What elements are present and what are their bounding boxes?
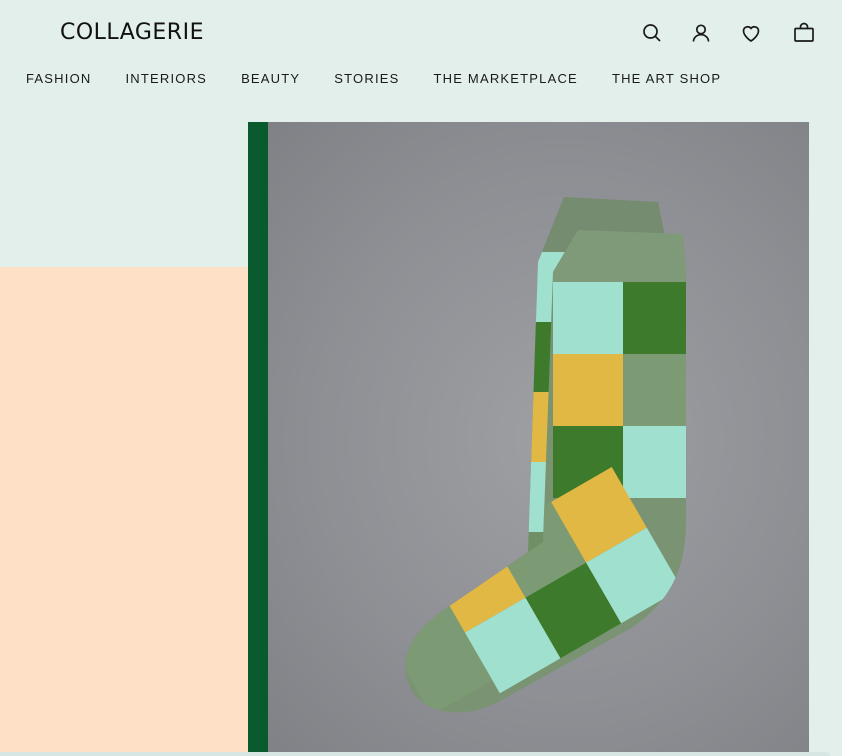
bag-icon[interactable] xyxy=(792,21,816,45)
nav-item-stories[interactable]: STORIES xyxy=(334,71,399,87)
nav-item-the-art-shop[interactable]: THE ART SHOP xyxy=(612,71,721,87)
nav-item-fashion[interactable]: FASHION xyxy=(26,71,91,87)
peach-color-block xyxy=(0,267,248,756)
product-image-socks[interactable] xyxy=(268,122,809,756)
nav-item-beauty[interactable]: BEAUTY xyxy=(241,71,300,87)
nav-item-interiors[interactable]: INTERIORS xyxy=(125,71,207,87)
socks-illustration xyxy=(405,197,687,713)
search-icon[interactable] xyxy=(640,21,664,45)
main-navigation: FASHION INTERIORS BEAUTY STORIES THE MAR… xyxy=(26,71,721,87)
wishlist-heart-icon[interactable] xyxy=(739,21,763,45)
account-icon[interactable] xyxy=(689,21,713,45)
green-accent-bar xyxy=(248,122,268,756)
site-logo[interactable]: COLLAGERIE xyxy=(60,20,204,45)
header-icons xyxy=(640,21,820,45)
bottom-edge-strip xyxy=(0,752,830,756)
nav-item-the-marketplace[interactable]: THE MARKETPLACE xyxy=(434,71,578,87)
